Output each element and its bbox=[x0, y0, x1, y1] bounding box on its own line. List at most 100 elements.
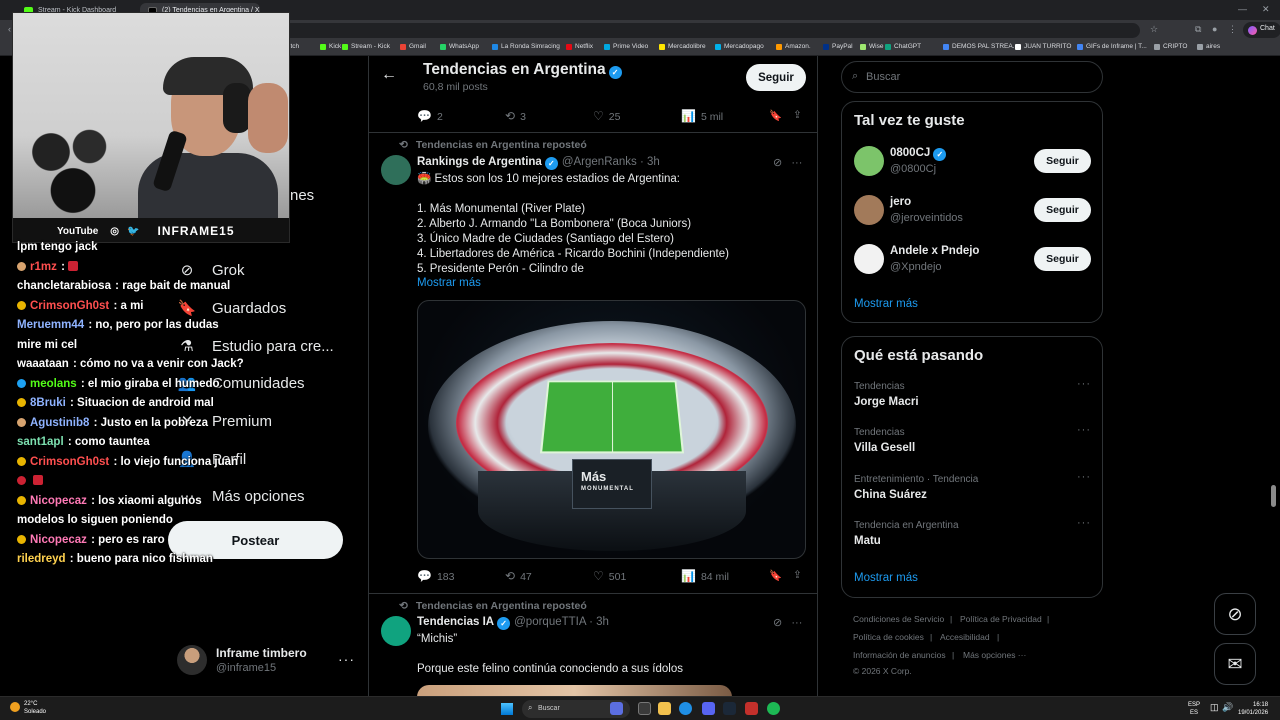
trend-name[interactable]: Villa Gesell bbox=[854, 442, 915, 454]
nav-item-guardados[interactable]: 🔖 Guardados bbox=[178, 296, 287, 320]
bookmark-item[interactable]: Gmail bbox=[400, 43, 426, 50]
widgets-icon[interactable] bbox=[610, 702, 623, 715]
views-button[interactable]: 📊 5 mil bbox=[681, 109, 723, 123]
more-icon[interactable]: ··· bbox=[1077, 424, 1091, 436]
browser-menu-icon[interactable]: ⋮ bbox=[1228, 24, 1237, 35]
profile-avatar-icon[interactable]: ● bbox=[1212, 24, 1217, 34]
bookmark-item[interactable]: Stream - Kick bbox=[342, 43, 390, 50]
bookmark-post-icon[interactable]: 🔖 bbox=[769, 569, 782, 582]
trend-name[interactable]: China Suárez bbox=[854, 489, 927, 501]
suggestion-name[interactable]: 0800CJ ✓ bbox=[890, 147, 947, 161]
steam-icon[interactable] bbox=[723, 702, 736, 715]
minimize-icon[interactable]: — bbox=[1238, 4, 1247, 14]
chat-username[interactable]: Nicopecaz bbox=[30, 534, 87, 546]
extensions-icon[interactable]: ⧉ bbox=[1195, 24, 1201, 35]
share-icon[interactable]: ⇪ bbox=[793, 569, 802, 581]
tweet-menu[interactable]: ⊘ ··· bbox=[773, 616, 802, 629]
trends-show-more[interactable]: Mostrar más bbox=[854, 572, 918, 584]
chat-username[interactable]: waaataan bbox=[17, 358, 69, 370]
chat-username[interactable]: Meruemm44 bbox=[17, 319, 84, 331]
account-name[interactable]: Inframe timbero bbox=[216, 646, 307, 660]
tweet-author[interactable]: Rankings de Argentina ✓ @ArgenRanks · 3h bbox=[417, 156, 660, 170]
follow-button[interactable]: Seguir bbox=[746, 64, 806, 91]
suggestions-show-more[interactable]: Mostrar más bbox=[854, 298, 918, 310]
footer-link[interactable]: Política de Privacidad bbox=[960, 614, 1042, 624]
chat-username[interactable]: CrimsonGh0st bbox=[30, 300, 109, 312]
more-icon[interactable]: ··· bbox=[1077, 378, 1091, 390]
chat-username[interactable]: sant1apl bbox=[17, 436, 64, 448]
footer-link[interactable]: Accesibilidad bbox=[940, 632, 990, 642]
grok-small-icon[interactable]: ⊘ bbox=[773, 617, 782, 629]
avatar[interactable] bbox=[854, 244, 884, 274]
tweet-menu[interactable]: ⊘ ··· bbox=[773, 156, 802, 169]
avatar[interactable] bbox=[854, 146, 884, 176]
close-icon[interactable]: ✕ bbox=[1262, 4, 1270, 15]
weather-widget[interactable]: 22°C Soleado bbox=[10, 700, 46, 716]
more-icon[interactable]: ··· bbox=[1077, 517, 1091, 529]
avatar[interactable] bbox=[381, 155, 411, 185]
like-button[interactable]: ♡ 501 bbox=[593, 569, 626, 583]
more-icon[interactable]: ··· bbox=[1077, 471, 1091, 483]
tweet-author[interactable]: Tendencias IA ✓ @porqueTTIA · 3h bbox=[417, 616, 609, 630]
footer-link[interactable]: Política de cookies bbox=[853, 632, 924, 642]
repost-button[interactable]: ⟲ 3 bbox=[505, 109, 526, 123]
bookmark-item[interactable]: ChatGPT bbox=[885, 43, 921, 50]
bookmark-item[interactable]: La Ronda Simracing bbox=[492, 43, 560, 50]
back-nav-icon[interactable]: ‹ bbox=[8, 24, 11, 34]
back-arrow-icon[interactable]: ← bbox=[381, 66, 397, 84]
nav-item-estudio-para-cre[interactable]: ⚗ Estudio para cre... bbox=[178, 334, 333, 358]
file-explorer-icon[interactable] bbox=[658, 702, 671, 715]
more-icon[interactable]: ··· bbox=[791, 157, 802, 169]
nav-item-grok[interactable]: ⊘ Grok bbox=[178, 258, 245, 282]
star-icon[interactable]: ☆ bbox=[1150, 24, 1158, 35]
repost-indicator[interactable]: ⟲ Tendencias en Argentina reposteó bbox=[399, 139, 587, 151]
bookmark-item[interactable]: DEMOS PAL STREA... bbox=[943, 43, 1018, 50]
chat-username[interactable]: r1mz bbox=[30, 261, 57, 273]
spotify-icon[interactable] bbox=[767, 702, 780, 715]
chat-username[interactable]: chancletarabiosa bbox=[17, 280, 111, 292]
app-icon[interactable] bbox=[745, 702, 758, 715]
bookmark-item[interactable]: WhatsApp bbox=[440, 43, 479, 50]
edge-icon[interactable] bbox=[679, 702, 692, 715]
bookmark-item[interactable]: aires bbox=[1197, 43, 1220, 50]
chat-username[interactable]: riledreyd bbox=[17, 553, 66, 565]
bookmark-post-icon[interactable]: 🔖 bbox=[769, 109, 782, 122]
footer-link[interactable]: Condiciones de Servicio bbox=[853, 614, 944, 624]
show-more-link[interactable]: Mostrar más bbox=[417, 277, 481, 289]
suggestion-name[interactable]: jero bbox=[890, 196, 911, 208]
language-indicator[interactable]: ESP ES bbox=[1188, 701, 1200, 717]
tweet-image-stadium[interactable]: Más MONUMENTAL bbox=[417, 300, 806, 559]
follow-button[interactable]: Seguir bbox=[1034, 247, 1091, 271]
chat-username[interactable]: meolans bbox=[30, 378, 77, 390]
like-button[interactable]: ♡ 25 bbox=[593, 109, 620, 123]
views-button[interactable]: 📊 84 mil bbox=[681, 569, 729, 583]
bookmark-item[interactable]: Netflix bbox=[566, 43, 593, 50]
follow-button[interactable]: Seguir bbox=[1034, 198, 1091, 222]
trend-name[interactable]: Matu bbox=[854, 535, 881, 547]
share-icon[interactable]: ⇪ bbox=[793, 109, 802, 121]
chat-button[interactable]: Chat bbox=[1243, 22, 1280, 38]
volume-icon[interactable]: 🔊 bbox=[1222, 703, 1233, 712]
bookmark-item[interactable]: Kick bbox=[320, 43, 341, 50]
network-icon[interactable]: ◫ bbox=[1210, 703, 1219, 712]
chat-username[interactable]: Agustinib8 bbox=[30, 417, 89, 429]
reply-button[interactable]: 💬 2 bbox=[417, 109, 443, 123]
account-more-icon[interactable]: ··· bbox=[338, 651, 355, 667]
chat-username[interactable]: Nicopecaz bbox=[30, 495, 87, 507]
chat-username[interactable]: 8Bruki bbox=[30, 397, 66, 409]
reply-button[interactable]: 💬 183 bbox=[417, 569, 454, 583]
chat-username[interactable]: CrimsonGh0st bbox=[30, 456, 109, 468]
footer-link[interactable]: Más opciones ··· bbox=[963, 650, 1026, 660]
discord-icon[interactable] bbox=[702, 702, 715, 715]
footer-link[interactable]: Información de anuncios bbox=[853, 650, 946, 660]
nav-partial-label[interactable]: nes bbox=[290, 183, 314, 207]
avatar[interactable] bbox=[381, 616, 411, 646]
trend-name[interactable]: Jorge Macri bbox=[854, 396, 919, 408]
bookmark-item[interactable]: Mercadopago bbox=[715, 43, 764, 50]
bookmark-item[interactable]: JUAN TURRITO bbox=[1015, 43, 1071, 50]
grok-fab-button[interactable]: ⊘ bbox=[1214, 593, 1256, 635]
bookmark-item[interactable]: Mercadolibre bbox=[659, 43, 706, 50]
account-avatar[interactable] bbox=[177, 645, 207, 675]
task-view-icon[interactable] bbox=[638, 702, 651, 715]
footer-link[interactable]: © 2026 X Corp. bbox=[853, 666, 912, 676]
